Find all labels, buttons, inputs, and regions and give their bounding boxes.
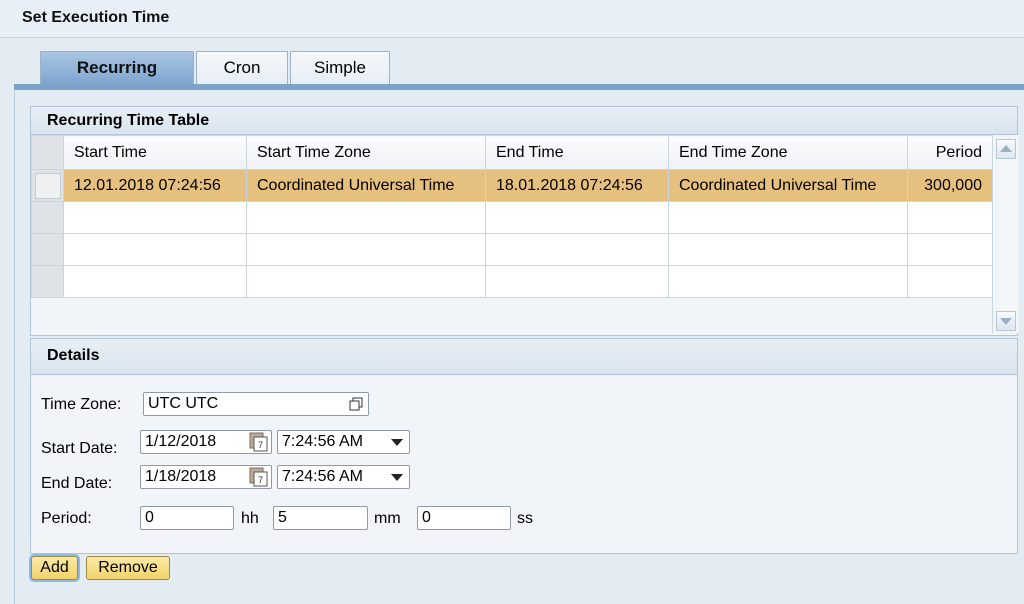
chevron-down-icon [1000,318,1012,325]
chevron-down-icon [391,439,403,446]
time-zone-label: Time Zone: [41,396,122,413]
svg-text:7: 7 [258,475,263,485]
time-zone-field[interactable]: UTC UTC [143,392,369,416]
period-seconds-input[interactable]: 0 [417,506,511,530]
scroll-down-button[interactable] [996,311,1016,331]
hours-unit-label: hh [241,510,259,527]
table-row-empty [31,233,993,266]
period-label: Period: [41,510,92,527]
tab-recurring-label: Recurring [76,58,158,77]
select-all-header[interactable] [31,135,64,170]
svg-text:7: 7 [258,440,263,450]
table-scrollbar[interactable] [992,135,1019,333]
end-time-dropdown[interactable]: 7:24:56 AM [277,465,410,489]
tab-cron[interactable]: Cron [196,51,288,84]
remove-button-label: Remove [98,559,158,576]
table-row[interactable]: 12.01.2018 07:24:56 Coordinated Universa… [31,169,993,202]
empty-cell [485,233,669,266]
period-minutes-input[interactable]: 5 [273,506,368,530]
empty-cell [907,233,993,266]
column-header-end-time[interactable]: End Time [485,135,669,170]
recurring-time-table: Start Time Start Time Zone End Time End … [31,135,993,298]
empty-cell [907,265,993,298]
row-selector[interactable] [31,201,64,234]
period-minutes-value: 5 [278,509,287,526]
end-time-value: 7:24:56 AM [282,468,363,485]
row-selector[interactable] [31,233,64,266]
recurring-time-table-panel: Recurring Time Table Start Time Start Ti… [30,106,1019,336]
details-title: Details [31,339,1017,375]
table-row-empty [31,265,993,298]
tab-cron-label: Cron [223,58,261,77]
remove-button[interactable]: Remove [86,556,170,580]
end-date-value: 1/18/2018 [145,468,217,485]
add-button-label: Add [40,559,69,576]
end-date-field[interactable]: 1/18/2018 7 [140,465,272,489]
empty-cell [668,201,908,234]
cell-end-time: 18.01.2018 07:24:56 [485,169,669,202]
minutes-unit-label: mm [374,510,401,527]
time-zone-value: UTC UTC [148,395,219,412]
table-header-row: Start Time Start Time Zone End Time End … [31,135,993,170]
period-hours-input[interactable]: 0 [140,506,234,530]
empty-cell [246,265,486,298]
start-time-value: 7:24:56 AM [282,433,363,450]
empty-cell [485,265,669,298]
cell-period: 300,000 [907,169,993,202]
cell-start-time: 12.01.2018 07:24:56 [63,169,247,202]
column-header-start-time[interactable]: Start Time [63,135,247,170]
empty-cell [485,201,669,234]
empty-cell [246,233,486,266]
chevron-up-icon [1000,145,1012,152]
add-button[interactable]: Add [31,556,78,580]
empty-cell [63,201,247,234]
start-time-dropdown[interactable]: 7:24:56 AM [277,430,410,454]
tab-simple-label: Simple [314,58,366,77]
row-selector[interactable] [31,169,64,202]
cell-start-time-zone: Coordinated Universal Time [246,169,486,202]
period-seconds-value: 0 [422,509,431,526]
empty-cell [668,265,908,298]
column-header-end-time-zone[interactable]: End Time Zone [668,135,908,170]
end-date-label: End Date: [41,475,113,492]
row-selector[interactable] [31,265,64,298]
tab-simple[interactable]: Simple [290,51,390,84]
empty-cell [246,201,486,234]
dialog-title-bar: Set Execution Time [0,0,1024,38]
start-date-label: Start Date: [41,440,118,457]
scroll-up-button[interactable] [996,139,1016,159]
start-date-field[interactable]: 1/12/2018 7 [140,430,272,454]
seconds-unit-label: ss [517,510,533,527]
chevron-down-icon [391,474,403,481]
recurring-time-table-title: Recurring Time Table [31,107,1017,135]
tab-recurring[interactable]: Recurring [40,51,194,84]
column-header-start-time-zone[interactable]: Start Time Zone [246,135,486,170]
cell-end-time-zone: Coordinated Universal Time [668,169,908,202]
value-help-icon[interactable] [349,397,363,411]
calendar-icon[interactable]: 7 [249,467,269,487]
table-row-empty [31,201,993,234]
period-hours-value: 0 [145,509,154,526]
start-date-value: 1/12/2018 [145,433,217,450]
calendar-icon[interactable]: 7 [249,432,269,452]
column-header-period[interactable]: Period [907,135,993,170]
row-selector-box [34,172,61,199]
empty-cell [63,265,247,298]
empty-cell [668,233,908,266]
empty-cell [907,201,993,234]
empty-cell [63,233,247,266]
dialog-title: Set Execution Time [22,9,170,26]
